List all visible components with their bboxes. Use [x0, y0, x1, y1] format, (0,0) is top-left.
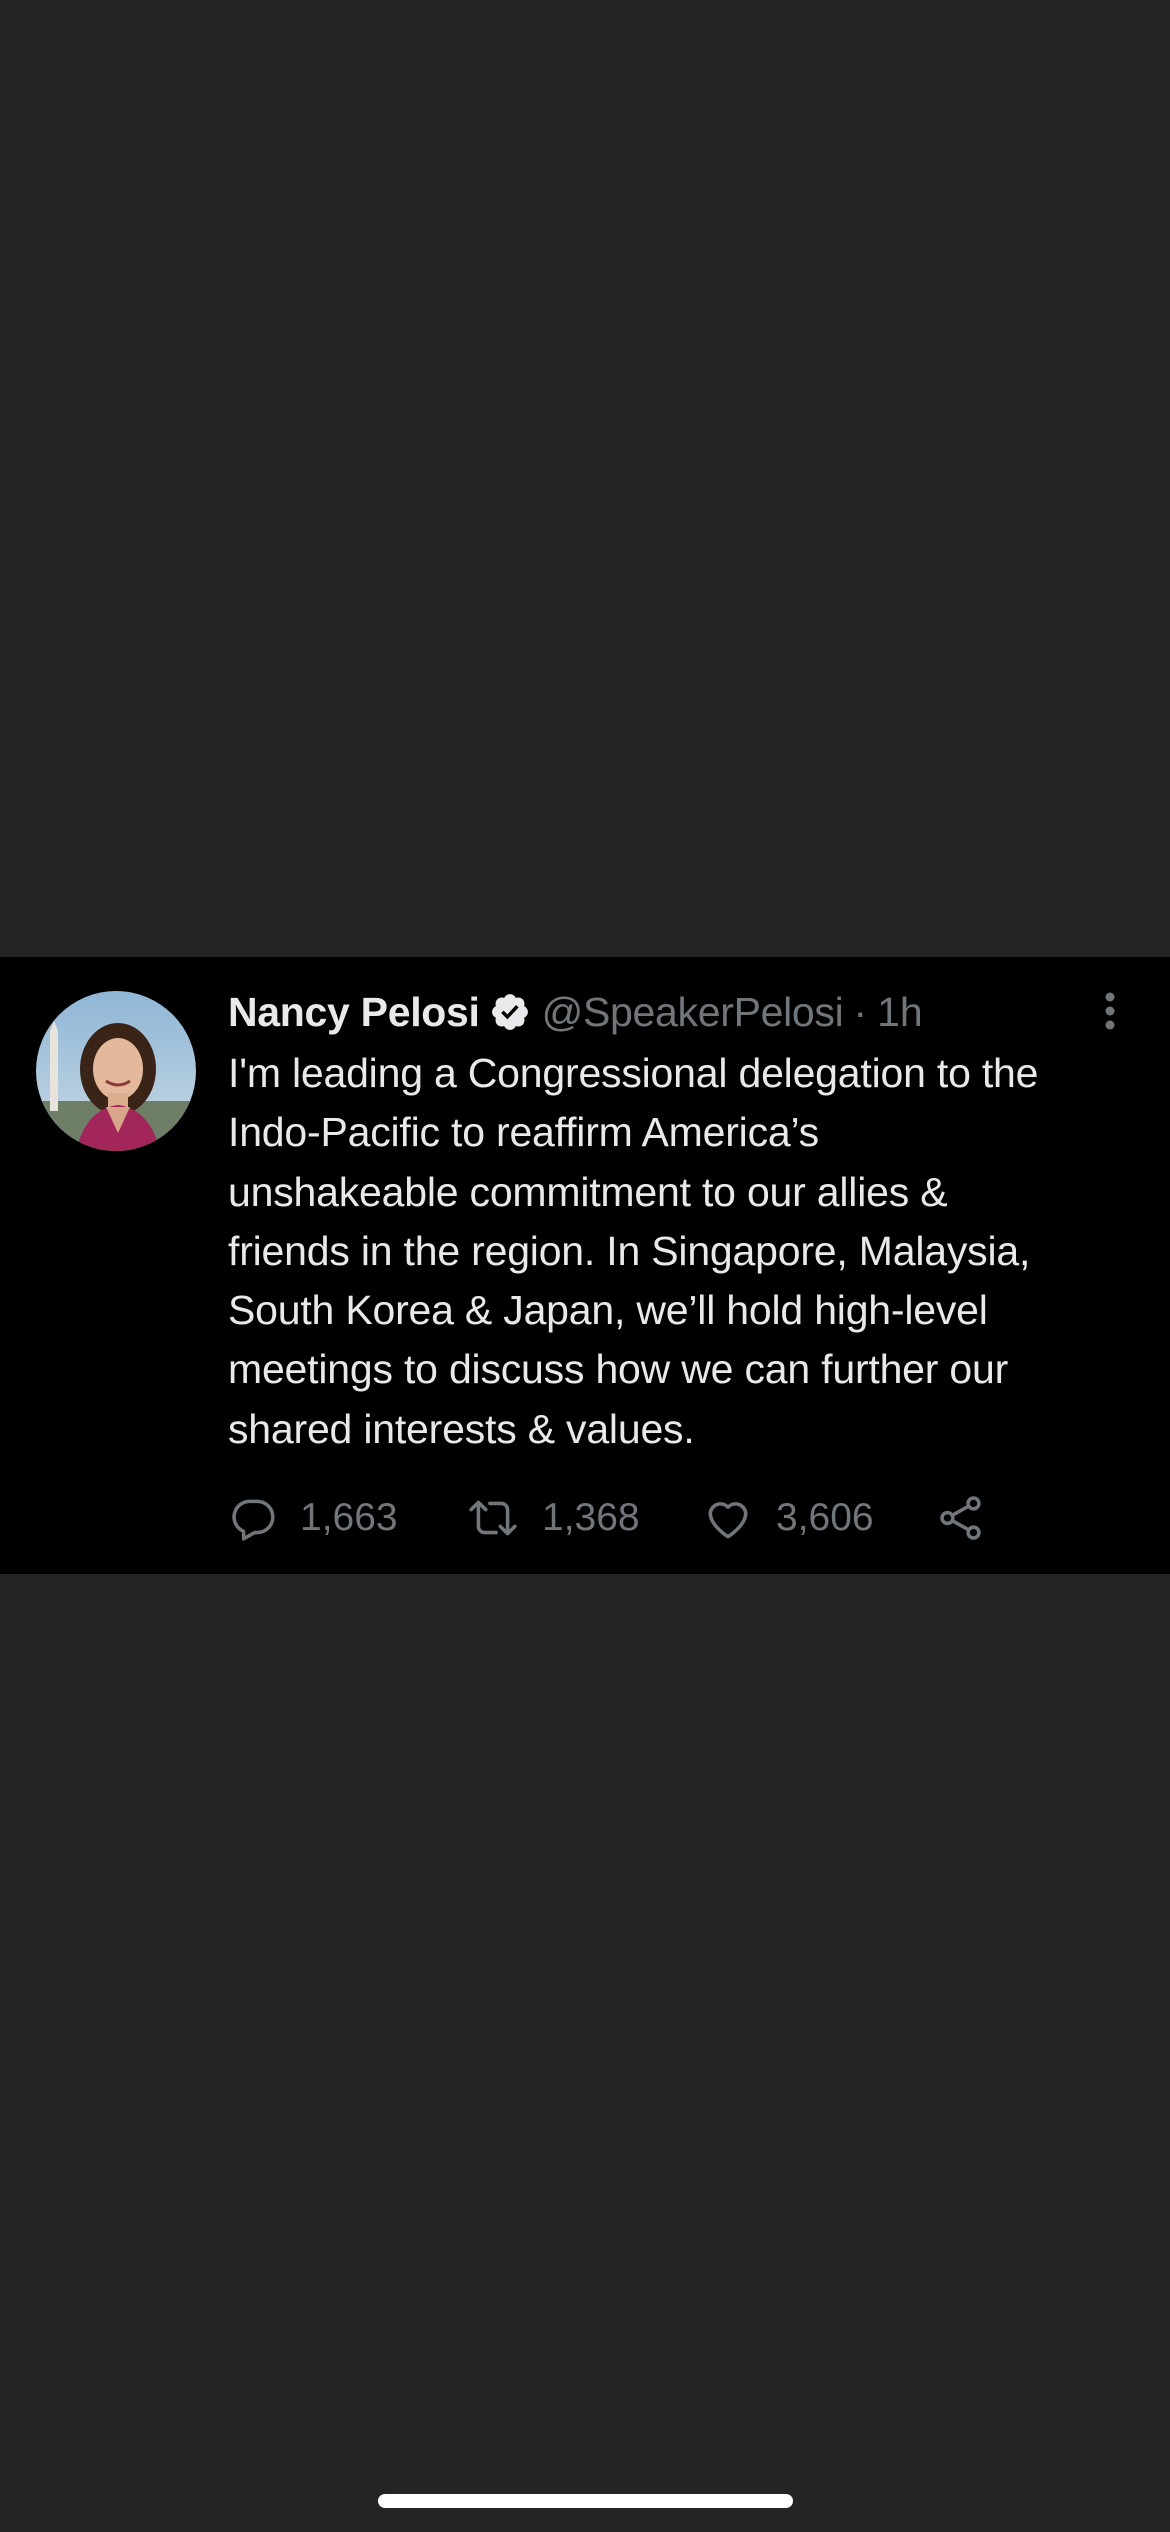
share-icon — [936, 1493, 986, 1543]
author-handle[interactable]: @SpeakerPelosi — [542, 989, 844, 1036]
retweet-count: 1,368 — [542, 1496, 640, 1539]
tweet-timestamp[interactable]: 1h — [877, 989, 923, 1036]
tweet-text-line: meetings to discuss how we can further o… — [228, 1346, 1009, 1393]
like-button[interactable]: 3,606 — [702, 1493, 936, 1543]
retweet-button[interactable]: 1,368 — [466, 1493, 702, 1543]
tweet-text: I'm leading a Congressional delegation t… — [228, 1044, 1158, 1459]
reply-button[interactable]: 1,663 — [228, 1493, 466, 1543]
tweet-actions: 1,663 1,368 3,606 — [228, 1488, 986, 1548]
reply-count: 1,663 — [300, 1496, 398, 1539]
share-button[interactable] — [936, 1493, 986, 1543]
tweet-text-line: shared interests & values. — [228, 1405, 695, 1452]
tweet-text-line: Indo-Pacific to reaffirm America’s — [228, 1109, 819, 1156]
tweet-header: Nancy Pelosi @SpeakerPelosi · 1h — [228, 987, 923, 1037]
reply-icon — [228, 1493, 278, 1543]
avatar[interactable] — [36, 991, 196, 1151]
tweet-card[interactable]: Nancy Pelosi @SpeakerPelosi · 1h I'm lea… — [0, 957, 1170, 1574]
tweet-text-line: South Korea & Japan, we’ll hold high-lev… — [228, 1287, 988, 1334]
heart-icon — [702, 1493, 754, 1543]
author-name[interactable]: Nancy Pelosi — [228, 989, 480, 1036]
tweet-text-line: I'm leading a Congressional delegation t… — [228, 1050, 1039, 1096]
home-indicator[interactable] — [378, 2494, 793, 2508]
verified-badge-icon — [489, 991, 531, 1033]
tweet-text-line: friends in the region. In Singapore, Mal… — [228, 1227, 1031, 1274]
like-count: 3,606 — [776, 1496, 874, 1539]
more-vertical-icon[interactable] — [1097, 989, 1123, 1037]
tweet-text-line: unshakeable commitment to our allies & — [228, 1168, 948, 1215]
retweet-icon — [466, 1493, 520, 1543]
header-separator: · — [853, 988, 868, 1035]
